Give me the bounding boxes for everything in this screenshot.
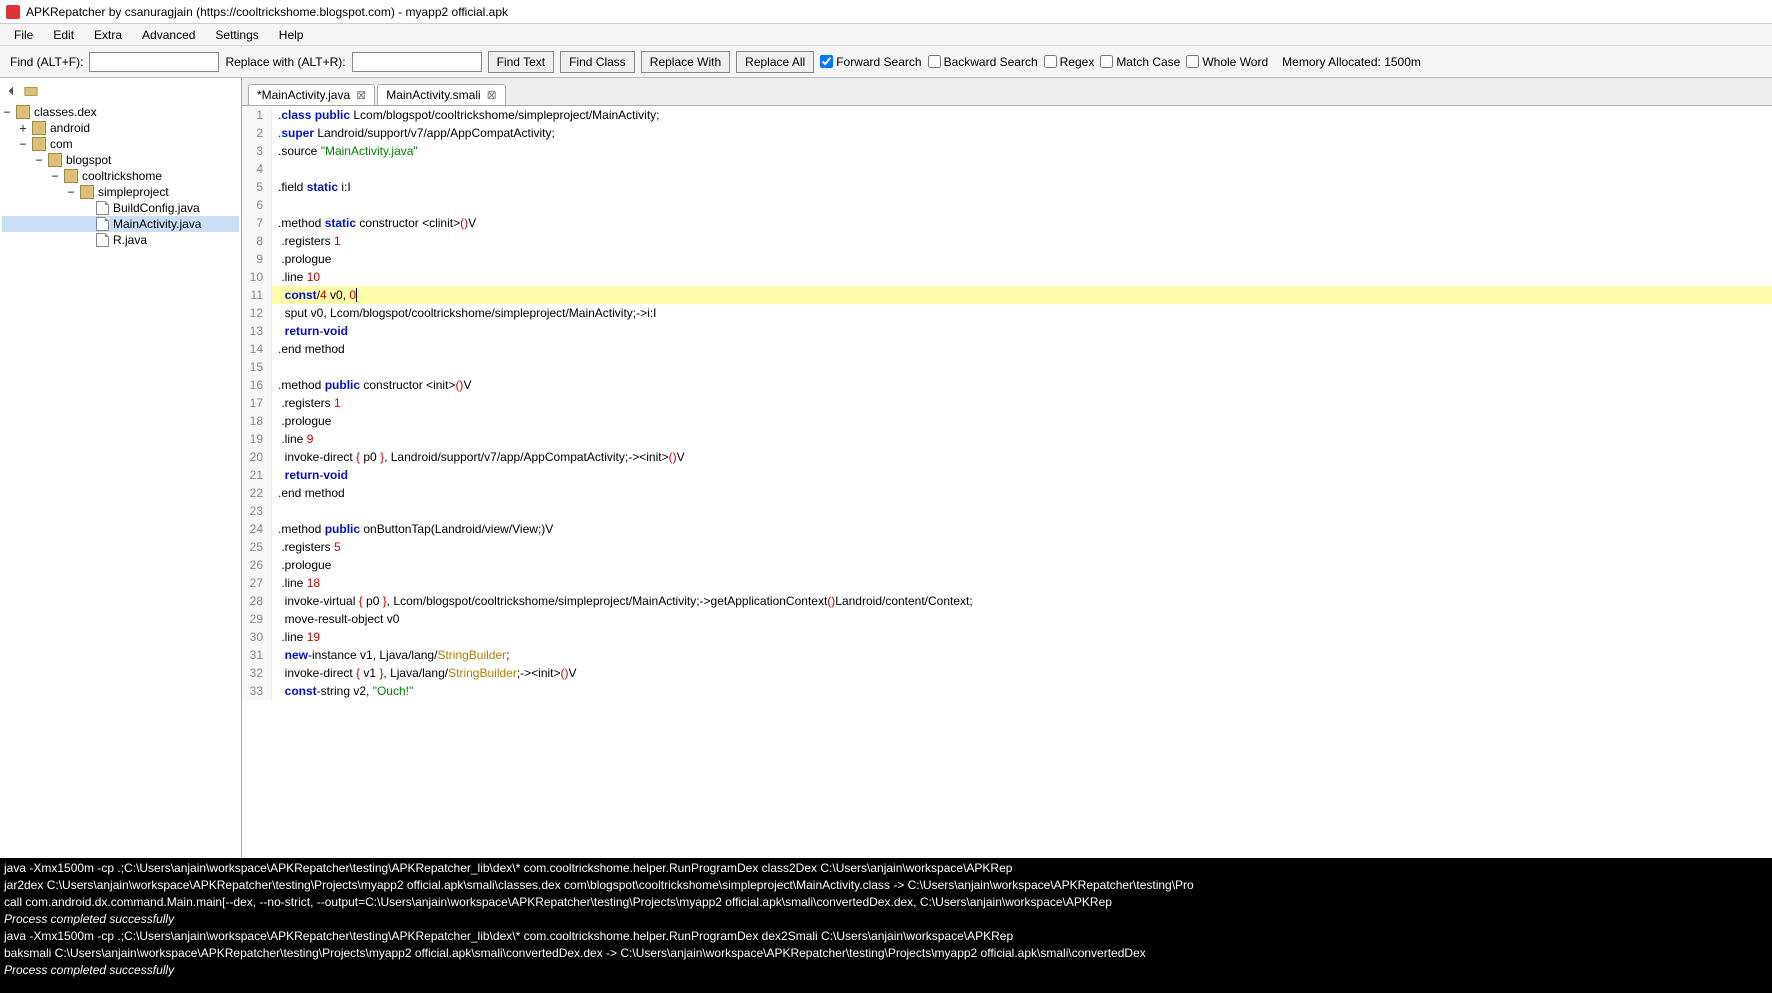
matchcase-check[interactable]: Match Case bbox=[1100, 55, 1180, 69]
regex-checkbox[interactable] bbox=[1044, 55, 1057, 68]
backward-search-check[interactable]: Backward Search bbox=[928, 55, 1038, 69]
replace-input[interactable] bbox=[352, 52, 482, 72]
find-text-button[interactable]: Find Text bbox=[488, 51, 554, 73]
tree-buildconfig[interactable]: BuildConfig.java bbox=[2, 200, 239, 216]
console-line: Process completed successfully bbox=[4, 962, 1768, 979]
menu-help[interactable]: Help bbox=[271, 26, 312, 44]
find-input[interactable] bbox=[89, 52, 219, 72]
menu-bar: File Edit Extra Advanced Settings Help bbox=[0, 24, 1772, 46]
collapse-icon[interactable] bbox=[6, 84, 20, 98]
close-icon[interactable]: ⊠ bbox=[356, 88, 366, 102]
tab-mainactivity-java[interactable]: *MainActivity.java⊠ bbox=[248, 84, 375, 105]
tree-r[interactable]: R.java bbox=[2, 232, 239, 248]
matchcase-checkbox[interactable] bbox=[1100, 55, 1113, 68]
toolbar: Find (ALT+F): Replace with (ALT+R): Find… bbox=[0, 46, 1772, 78]
tree-simpleproject[interactable]: −simpleproject bbox=[2, 184, 239, 200]
backward-checkbox[interactable] bbox=[928, 55, 941, 68]
tab-mainactivity-smali[interactable]: MainActivity.smali⊠ bbox=[377, 84, 506, 105]
console-line: java -Xmx1500m -cp .;C:\Users\anjain\wor… bbox=[4, 860, 1768, 877]
code-editor[interactable]: 1.class public Lcom/blogspot/cooltricksh… bbox=[242, 106, 1772, 858]
menu-settings[interactable]: Settings bbox=[207, 26, 266, 44]
project-tree[interactable]: −classes.dex +android −com −blogspot −co… bbox=[0, 78, 242, 858]
close-icon[interactable]: ⊠ bbox=[487, 88, 497, 102]
tree-mainactivity[interactable]: MainActivity.java bbox=[2, 216, 239, 232]
tree-com[interactable]: −com bbox=[2, 136, 239, 152]
editor-tabs: *MainActivity.java⊠ MainActivity.smali⊠ bbox=[242, 78, 1772, 106]
regex-check[interactable]: Regex bbox=[1044, 55, 1095, 69]
output-console[interactable]: java -Xmx1500m -cp .;C:\Users\anjain\wor… bbox=[0, 858, 1772, 993]
tree-blogspot[interactable]: −blogspot bbox=[2, 152, 239, 168]
replace-with-button[interactable]: Replace With bbox=[641, 51, 730, 73]
menu-advanced[interactable]: Advanced bbox=[134, 26, 203, 44]
menu-edit[interactable]: Edit bbox=[45, 26, 82, 44]
forward-checkbox[interactable] bbox=[820, 55, 833, 68]
console-line: jar2dex C:\Users\anjain\workspace\APKRep… bbox=[4, 877, 1768, 894]
find-class-button[interactable]: Find Class bbox=[560, 51, 635, 73]
tree-android[interactable]: +android bbox=[2, 120, 239, 136]
tree-root[interactable]: −classes.dex bbox=[2, 104, 239, 120]
wholeword-check[interactable]: Whole Word bbox=[1186, 55, 1268, 69]
wholeword-checkbox[interactable] bbox=[1186, 55, 1199, 68]
folder-icon[interactable] bbox=[24, 84, 38, 98]
replace-all-button[interactable]: Replace All bbox=[736, 51, 814, 73]
replace-label: Replace with (ALT+R): bbox=[225, 55, 345, 69]
console-line: call com.android.dx.command.Main.main[--… bbox=[4, 894, 1768, 911]
console-line: Process completed successfully bbox=[4, 911, 1768, 928]
menu-extra[interactable]: Extra bbox=[86, 26, 130, 44]
tree-cooltrickshome[interactable]: −cooltrickshome bbox=[2, 168, 239, 184]
title-bar: APKRepatcher by csanuragjain (https://co… bbox=[0, 0, 1772, 24]
app-icon bbox=[6, 5, 20, 19]
window-title: APKRepatcher by csanuragjain (https://co… bbox=[26, 5, 508, 19]
find-label: Find (ALT+F): bbox=[10, 55, 83, 69]
console-line: java -Xmx1500m -cp .;C:\Users\anjain\wor… bbox=[4, 928, 1768, 945]
memory-label: Memory Allocated: 1500m bbox=[1282, 55, 1421, 69]
menu-file[interactable]: File bbox=[6, 26, 41, 44]
forward-search-check[interactable]: Forward Search bbox=[820, 55, 921, 69]
console-line: baksmali C:\Users\anjain\workspace\APKRe… bbox=[4, 945, 1768, 962]
